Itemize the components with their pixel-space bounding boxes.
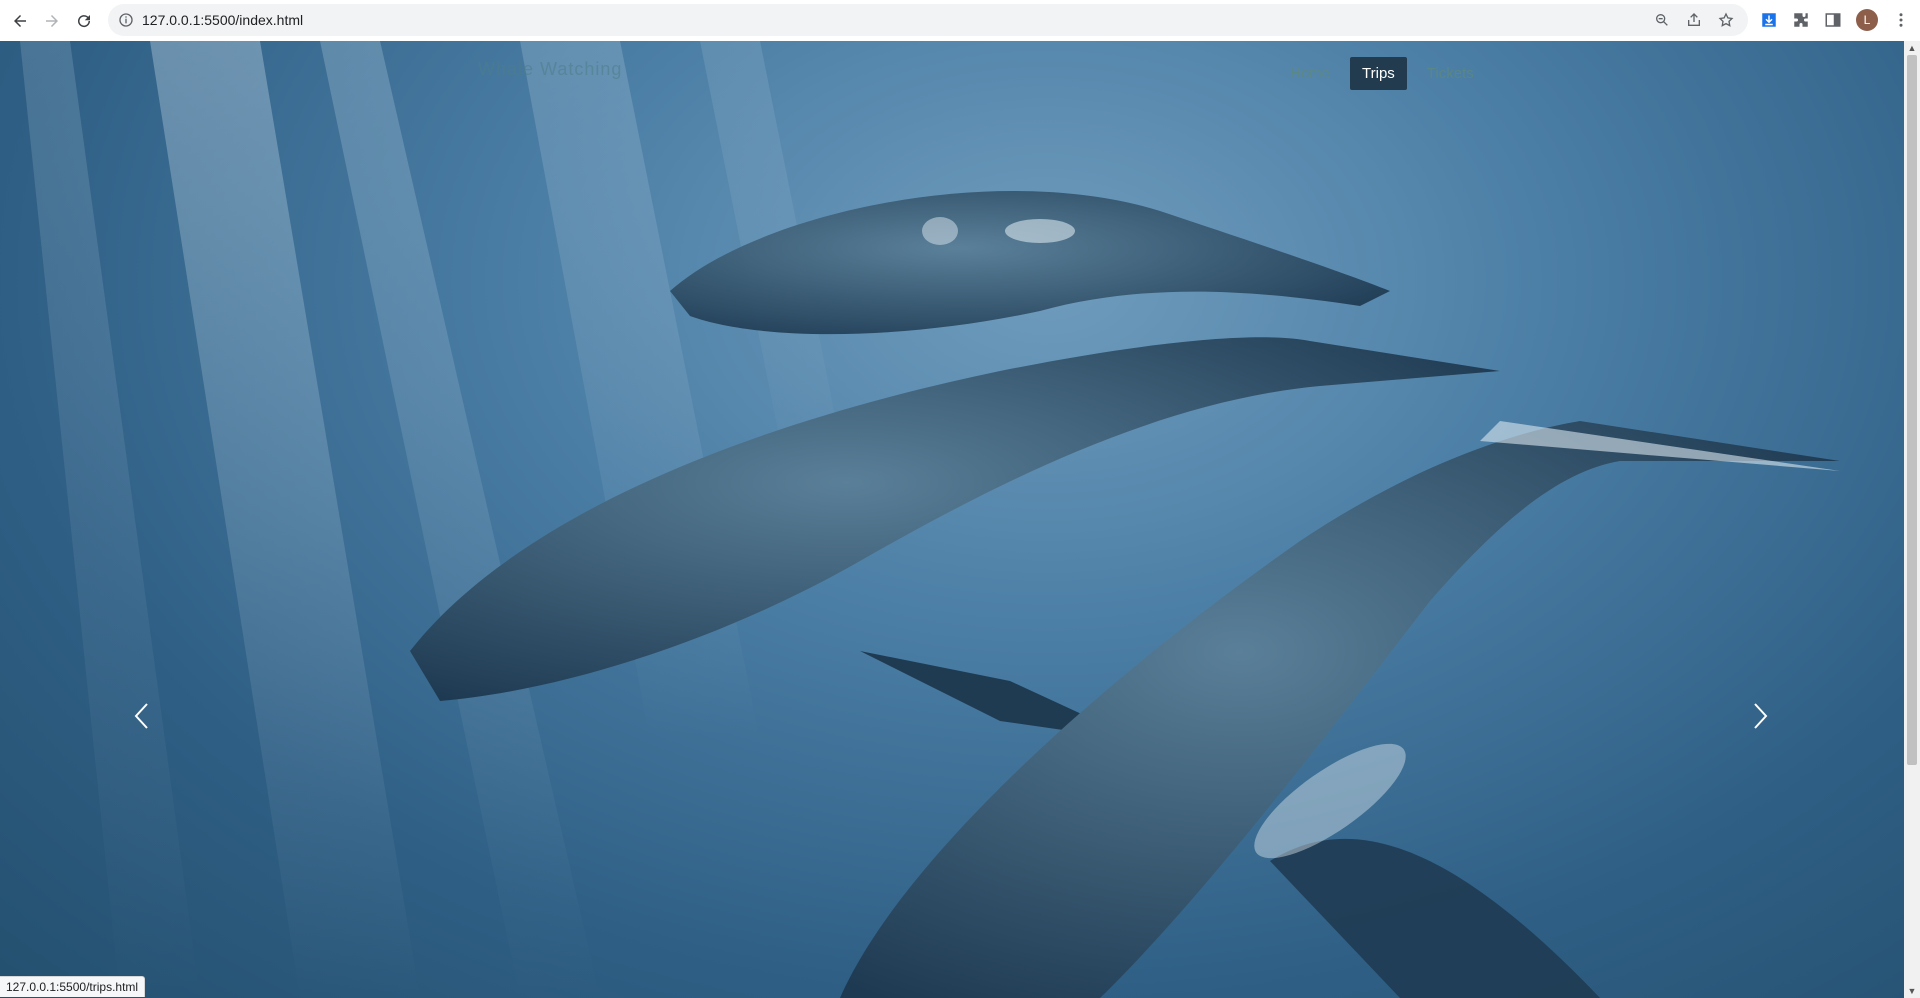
reload-button[interactable] bbox=[68, 5, 100, 37]
chevron-right-icon bbox=[1754, 703, 1768, 729]
profile-avatar[interactable]: L bbox=[1856, 9, 1878, 31]
scrollbar-thumb[interactable] bbox=[1907, 55, 1917, 765]
browser-toolbar: 127.0.0.1:5500/index.html L bbox=[0, 0, 1920, 42]
share-icon[interactable] bbox=[1686, 12, 1702, 28]
address-bar[interactable]: 127.0.0.1:5500/index.html bbox=[108, 4, 1748, 36]
nav-link-tickets[interactable]: Tickets bbox=[1417, 57, 1484, 90]
page-viewport: Whale Watching Home Trips Tickets bbox=[0, 41, 1904, 998]
chevron-left-icon bbox=[134, 703, 148, 729]
carousel-prev-button[interactable] bbox=[120, 661, 164, 771]
back-button[interactable] bbox=[4, 5, 36, 37]
download-icon[interactable] bbox=[1760, 11, 1778, 29]
scroll-up-arrow[interactable]: ▲ bbox=[1907, 43, 1917, 53]
scroll-down-arrow[interactable]: ▼ bbox=[1907, 986, 1917, 996]
url-text[interactable]: 127.0.0.1:5500/index.html bbox=[142, 12, 303, 28]
forward-icon bbox=[46, 14, 58, 27]
menu-icon[interactable] bbox=[1892, 11, 1910, 29]
nav-links: Home Trips Tickets bbox=[1280, 57, 1484, 90]
nav-link-home[interactable]: Home bbox=[1280, 57, 1340, 90]
link-status-bubble: 127.0.0.1:5500/trips.html bbox=[0, 976, 146, 997]
carousel-next-button[interactable] bbox=[1738, 661, 1782, 771]
sidepanel-icon[interactable] bbox=[1824, 11, 1842, 29]
back-icon bbox=[14, 14, 26, 27]
hero-background-image bbox=[20, 41, 1840, 998]
forward-button[interactable] bbox=[36, 5, 68, 37]
star-icon[interactable] bbox=[1718, 12, 1734, 28]
site-navbar: Whale Watching Home Trips Tickets bbox=[0, 41, 1904, 111]
page-scrollbar[interactable]: ▲ ▼ bbox=[1904, 41, 1920, 998]
extensions-icon[interactable] bbox=[1792, 11, 1810, 29]
site-brand[interactable]: Whale Watching bbox=[478, 59, 622, 80]
nav-link-trips[interactable]: Trips bbox=[1350, 57, 1407, 90]
reload-icon bbox=[78, 14, 91, 27]
zoom-icon[interactable] bbox=[1654, 12, 1670, 28]
info-icon[interactable] bbox=[118, 12, 134, 28]
